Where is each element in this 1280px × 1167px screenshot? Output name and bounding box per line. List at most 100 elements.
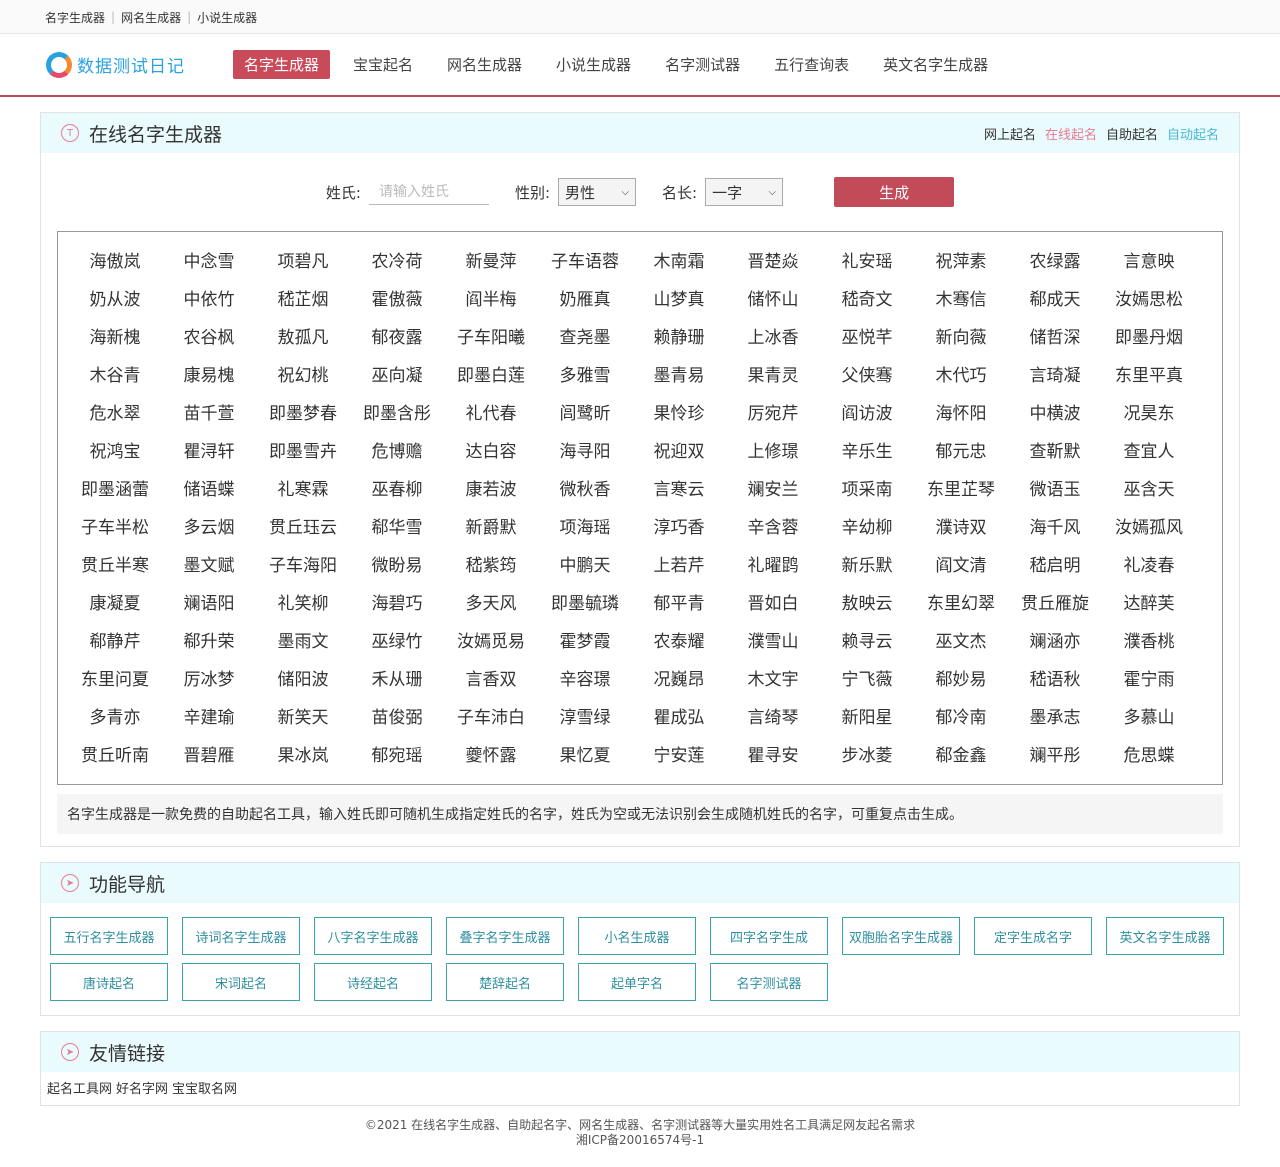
generated-name: 奶雁真 <box>559 289 611 310</box>
generated-name: 嵇芷烟 <box>277 289 329 310</box>
generated-name: 瞿寻安 <box>747 745 799 766</box>
generated-name: 况巍昂 <box>653 669 705 690</box>
generated-name: 新乐默 <box>841 555 893 576</box>
feature-link[interactable]: 楚辞起名 <box>446 963 564 1001</box>
generated-name: 巫含天 <box>1123 479 1175 500</box>
nav-item[interactable]: 名字生成器 <box>233 50 331 79</box>
generated-name: 赖静珊 <box>653 327 705 348</box>
generator-form: 姓氏: 性别: 男性 ⌵ 名长: 一字 ⌵ 生成 <box>41 153 1239 231</box>
generated-name: 晋碧雁 <box>183 745 235 766</box>
feature-link[interactable]: 五行名字生成器 <box>50 917 168 955</box>
generated-name: 斓平彤 <box>1029 745 1081 766</box>
features-panel: ➤ 功能导航 五行名字生成器 诗词名字生成器 八字名字生成器 叠字名字生成器 小名生成器… <box>40 862 1240 1016</box>
generated-name: 即墨梦春 <box>269 403 337 424</box>
top-link[interactable]: 小说生成器 <box>197 9 257 26</box>
generated-name: 礼曜鹍 <box>747 555 799 576</box>
generated-name: 子车阳曦 <box>457 327 525 348</box>
nav-item[interactable]: 英文名字生成器 <box>872 50 999 79</box>
generated-name: 郗金鑫 <box>935 745 987 766</box>
generated-name: 霍梦霞 <box>559 631 611 652</box>
generated-name: 言琦凝 <box>1029 365 1081 386</box>
feature-link[interactable]: 诗词名字生成器 <box>182 917 300 955</box>
feature-link[interactable]: 叠字名字生成器 <box>446 917 564 955</box>
nav-item[interactable]: 小说生成器 <box>545 50 642 79</box>
feature-link[interactable]: 宋词起名 <box>182 963 300 1001</box>
generated-name: 危博赡 <box>371 441 423 462</box>
generated-name: 贯丘半寒 <box>81 555 149 576</box>
generated-name: 郗华雪 <box>371 517 423 538</box>
generated-name: 晋楚焱 <box>747 251 799 272</box>
generated-name: 辛乐生 <box>841 441 893 462</box>
generated-name: 海千风 <box>1029 517 1081 538</box>
generated-name: 瞿成弘 <box>653 707 705 728</box>
surname-input[interactable] <box>368 179 489 205</box>
gender-select[interactable]: 男性 ⌵ <box>558 178 637 206</box>
generated-name: 厉宛芹 <box>747 403 799 424</box>
generated-name: 墨青易 <box>653 365 705 386</box>
generated-name: 言香双 <box>465 669 517 690</box>
feature-link[interactable]: 四字名字生成 <box>710 917 828 955</box>
generated-name: 郗妙易 <box>935 669 987 690</box>
generated-name: 农绿露 <box>1029 251 1081 272</box>
generator-header: T 在线名字生成器 网上起名 在线起名 自助起名 自动起名 <box>41 113 1239 153</box>
top-link[interactable]: 名字生成器 <box>45 9 105 26</box>
generated-name: 木骞信 <box>935 289 987 310</box>
feature-link[interactable]: 名字测试器 <box>710 963 828 1001</box>
generated-name: 危思蝶 <box>1123 745 1175 766</box>
generated-name: 果冰岚 <box>277 745 329 766</box>
feature-link[interactable]: 双胞胎名字生成器 <box>842 917 960 955</box>
generated-name: 子车半松 <box>81 517 149 538</box>
feature-link[interactable]: 英文名字生成器 <box>1106 917 1224 955</box>
generated-name: 赖寻云 <box>841 631 893 652</box>
footer-copyright: ©2021 在线名字生成器、自助起名字、网名生成器、名字测试器等大量实用姓名工具… <box>364 1118 916 1132</box>
generated-name: 多云烟 <box>183 517 235 538</box>
generated-name: 果忆夏 <box>559 745 611 766</box>
generated-name: 辛含蓉 <box>747 517 799 538</box>
generated-name: 墨承志 <box>1029 707 1081 728</box>
generated-name: 祝迎双 <box>653 441 705 462</box>
generated-name: 项海瑶 <box>559 517 611 538</box>
generated-name: 贯丘雁旋 <box>1021 593 1089 614</box>
nav-item[interactable]: 名字测试器 <box>654 50 751 79</box>
generated-name: 郁冷南 <box>935 707 987 728</box>
feature-link[interactable]: 起单字名 <box>578 963 696 1001</box>
generated-name: 厉冰梦 <box>183 669 235 690</box>
generated-name: 步冰菱 <box>841 745 893 766</box>
generated-name: 查宜人 <box>1123 441 1175 462</box>
length-select[interactable]: 一字 ⌵ <box>705 178 784 206</box>
feature-link[interactable]: 唐诗起名 <box>50 963 168 1001</box>
generate-button[interactable]: 生成 <box>834 177 955 207</box>
generated-name: 瞿浔轩 <box>183 441 235 462</box>
header-link[interactable]: 在线起名 <box>1045 128 1097 143</box>
generated-name: 海怀阳 <box>935 403 987 424</box>
generated-name: 贯丘听南 <box>81 745 149 766</box>
friend-link[interactable]: 好名字网 <box>116 1082 168 1097</box>
generated-name: 海新槐 <box>89 327 141 348</box>
generated-name: 贯丘珏云 <box>269 517 337 538</box>
friend-link[interactable]: 宝宝取名网 <box>172 1082 237 1097</box>
send-icon: ➤ <box>61 1043 79 1061</box>
friend-link[interactable]: 起名工具网 <box>47 1082 112 1097</box>
nav-item[interactable]: 宝宝起名 <box>342 50 424 79</box>
logo-text: 数据测试日记 <box>77 57 185 77</box>
generated-name: 子车沛白 <box>457 707 525 728</box>
header-link[interactable]: 自动起名 <box>1167 128 1219 143</box>
separator: | <box>111 10 116 24</box>
header-link[interactable]: 网上起名 <box>984 128 1036 143</box>
generated-name: 苗千萱 <box>183 403 235 424</box>
site-logo[interactable]: 数据测试日记 <box>40 51 233 78</box>
feature-link[interactable]: 八字名字生成器 <box>314 917 432 955</box>
nav-item[interactable]: 网名生成器 <box>436 50 533 79</box>
feature-link[interactable]: 诗经起名 <box>314 963 432 1001</box>
header-link[interactable]: 自助起名 <box>1106 128 1158 143</box>
generated-name: 查靳默 <box>1029 441 1081 462</box>
feature-link[interactable]: 小名生成器 <box>578 917 696 955</box>
feature-link[interactable]: 定字生成名字 <box>974 917 1092 955</box>
generated-name: 康易槐 <box>183 365 235 386</box>
top-link[interactable]: 网名生成器 <box>121 9 181 26</box>
generated-name: 巫文杰 <box>935 631 987 652</box>
generated-name: 濮诗双 <box>935 517 987 538</box>
generated-name: 礼凌春 <box>1123 555 1175 576</box>
nav-item[interactable]: 五行查询表 <box>763 50 860 79</box>
features-title: 功能导航 <box>89 873 166 896</box>
